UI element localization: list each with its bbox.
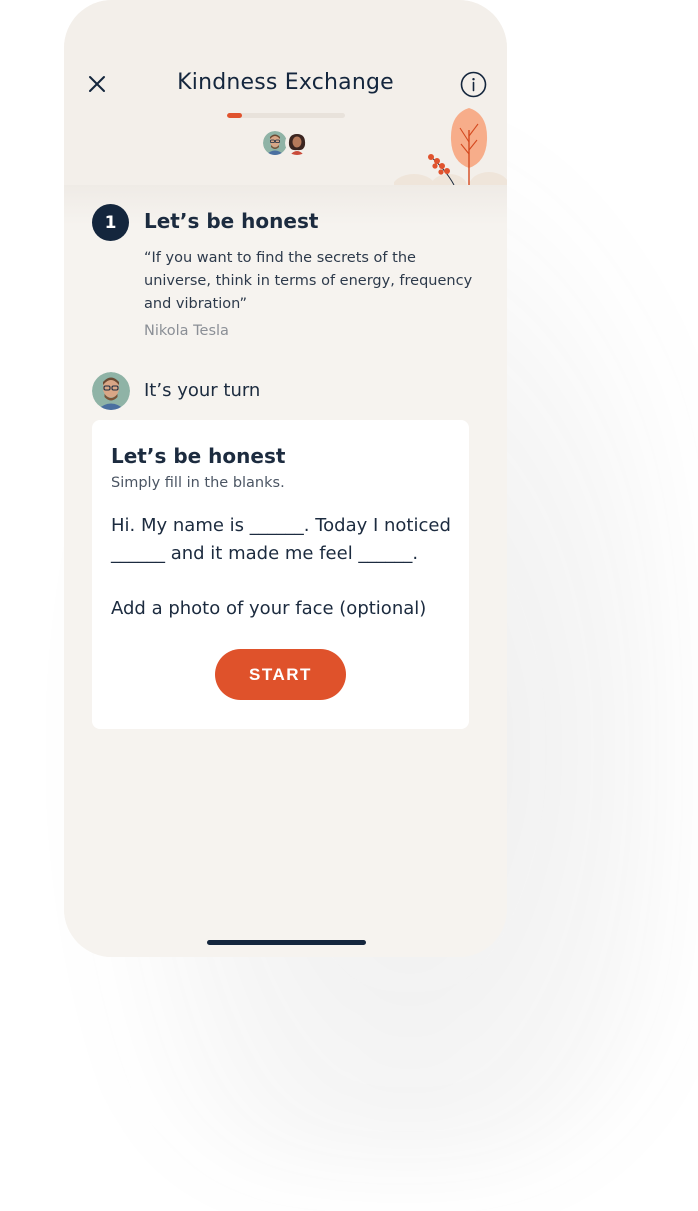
page-title: Kindness Exchange: [177, 70, 394, 95]
prompt-card: Let’s be honest Simply fill in the blank…: [92, 420, 469, 729]
progress-bar: [227, 113, 345, 118]
home-indicator: [207, 940, 366, 945]
info-icon[interactable]: [460, 71, 487, 98]
card-title: Let’s be honest: [111, 444, 286, 468]
avatar-man: [263, 131, 287, 155]
quote-text: “If you want to find the secrets of the …: [144, 250, 473, 312]
header: Kindness Exchange: [64, 0, 507, 185]
photo-prompt: Add a photo of your face (optional): [111, 598, 427, 619]
avatar: [92, 372, 130, 410]
conversation: 1 Let’s be honest “If you want to find t…: [64, 185, 507, 957]
progress-fill: [227, 113, 243, 118]
screen: Kindness Exchange 1 Let’s be honest “If …: [0, 0, 698, 1211]
your-turn-label: It’s your turn: [144, 380, 261, 401]
step-number-badge: 1: [92, 204, 129, 241]
avatar-woman: [285, 131, 309, 155]
step-title: Let’s be honest: [144, 209, 319, 233]
participants-avatars: [263, 131, 309, 157]
plant-illustration: [394, 108, 507, 185]
fill-in-blanks-text: Hi. My name is ______. Today I noticed _…: [111, 515, 451, 564]
card-subtitle: Simply fill in the blanks.: [111, 475, 285, 491]
phone-frame: Kindness Exchange 1 Let’s be honest “If …: [64, 0, 507, 957]
quote-author: Nikola Tesla: [144, 323, 229, 339]
start-button[interactable]: START: [215, 649, 346, 700]
